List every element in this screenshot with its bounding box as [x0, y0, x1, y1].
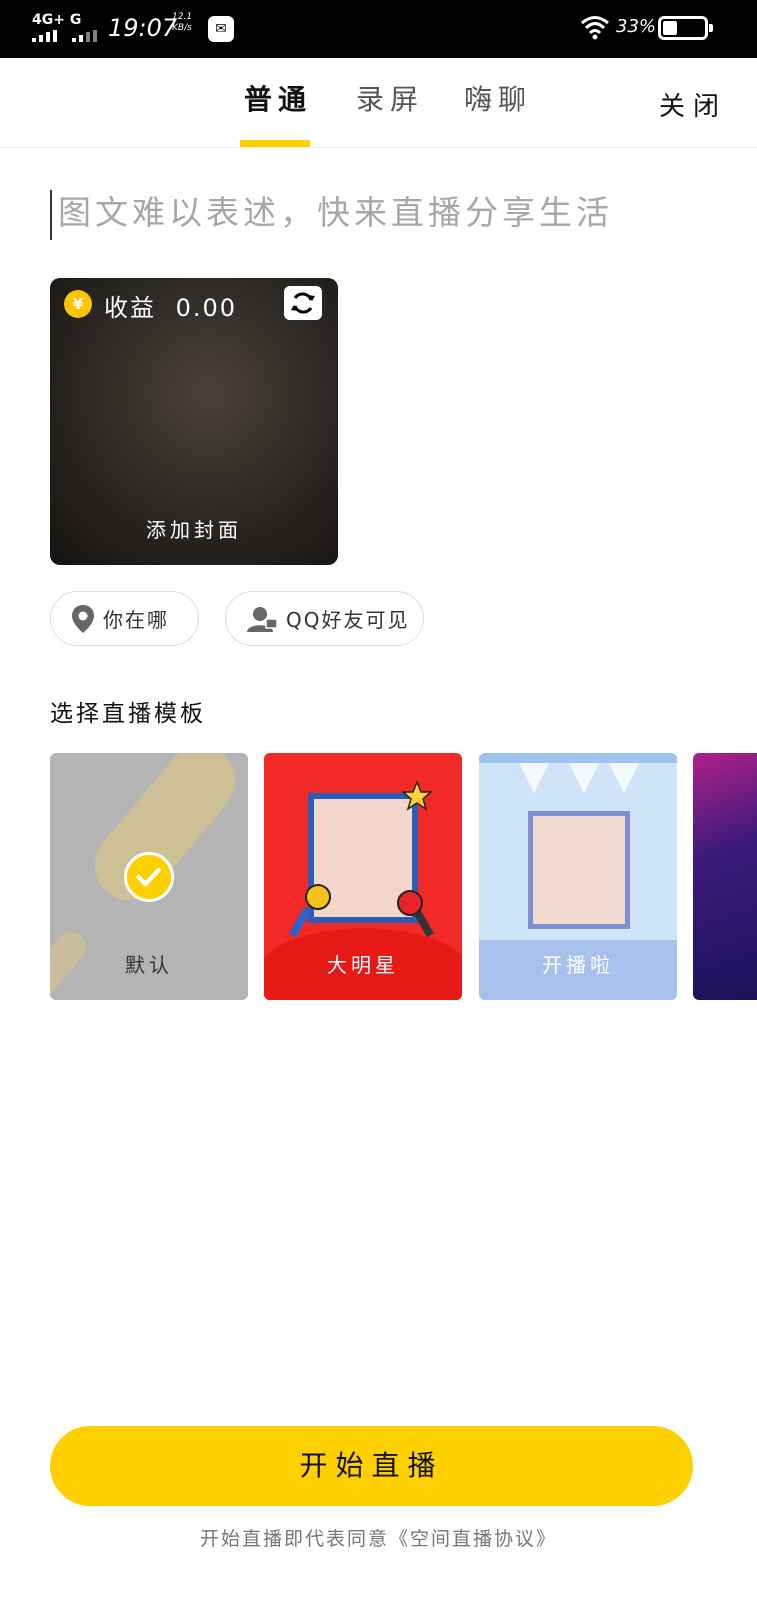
agreement-link[interactable]: 开始直播即代表同意《空间直播协议》	[0, 1524, 757, 1551]
add-cover-label: 添加封面	[146, 518, 242, 542]
active-tab-indicator	[240, 140, 310, 147]
network-indicator: 4G+ G	[32, 12, 82, 28]
mode-tabs-header: 普通 录屏 嗨聊 关闭	[0, 58, 757, 148]
portrait-image	[528, 811, 630, 929]
stage-lights-decoration	[479, 753, 677, 793]
template-section-title: 选择直播模板	[50, 701, 206, 727]
status-bar: 4G+ G 19:07 12.1 KB/s ✉ 33%	[0, 0, 757, 58]
location-button[interactable]: 你在哪	[50, 591, 199, 646]
microphone-icon	[397, 890, 434, 938]
speed-unit: KB/s	[172, 23, 192, 33]
speed-value: 12.1	[172, 12, 193, 22]
visibility-button[interactable]: QQ好友可见	[225, 591, 424, 646]
tab-normal[interactable]: 普通	[244, 78, 312, 118]
template-label: 开播啦	[542, 953, 614, 977]
check-icon	[124, 852, 174, 902]
template-label: 大明星	[327, 953, 399, 977]
cover-picker[interactable]: ¥ 收益 0.00 添加封面	[50, 278, 338, 565]
start-live-button[interactable]: 开始直播	[50, 1426, 693, 1506]
live-title-input[interactable]: 图文难以表述，快来直播分享生活	[50, 190, 730, 240]
notification-app-icon: ✉	[208, 16, 234, 42]
income-label: 收益	[104, 294, 156, 322]
coin-icon: ¥	[64, 290, 92, 318]
wifi-icon	[581, 16, 609, 40]
tab-screen-record[interactable]: 录屏	[356, 78, 424, 118]
clock: 19:07	[108, 14, 178, 42]
location-label: 你在哪	[103, 608, 169, 632]
template-default[interactable]: 默认	[50, 753, 248, 1000]
network-speed: 12.1 KB/s	[172, 12, 192, 34]
income-display: 收益 0.00	[104, 288, 237, 323]
template-purple[interactable]	[693, 753, 757, 1000]
star-icon	[402, 781, 432, 811]
microphone-icon	[289, 884, 331, 937]
visibility-label: QQ好友可见	[286, 608, 410, 632]
template-crowd[interactable]: 开播啦	[479, 753, 677, 1000]
signal-bars-icon	[32, 30, 102, 42]
location-pin-icon	[72, 604, 94, 633]
battery-percent: 33%	[616, 16, 657, 37]
template-big-star[interactable]: 大明星	[264, 753, 462, 1000]
switch-camera-icon[interactable]	[284, 286, 322, 320]
friends-icon	[247, 606, 278, 632]
income-value: 0.00	[175, 294, 238, 322]
close-button[interactable]: 关闭	[659, 86, 727, 123]
template-label: 默认	[125, 953, 173, 977]
battery-icon	[658, 16, 713, 40]
tab-chat[interactable]: 嗨聊	[464, 78, 532, 118]
